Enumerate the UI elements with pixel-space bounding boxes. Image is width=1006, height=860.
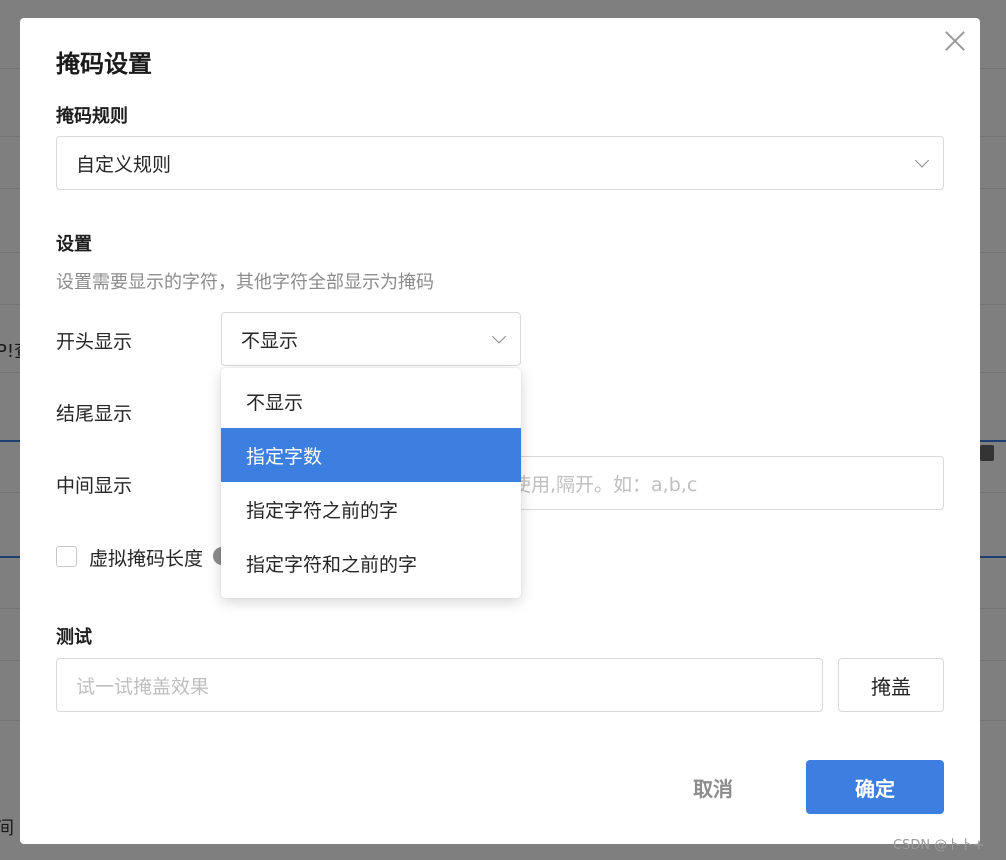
start-display-select[interactable]: 不显示 [221, 312, 521, 366]
mask-settings-dialog: 掩码设置 掩码规则 自定义规则 设置 设置需要显示的字符，其他字符全部显示为掩码… [20, 18, 980, 844]
virtual-mask-label: 虚拟掩码长度 [89, 548, 204, 570]
dropdown-option-char-and-before[interactable]: 指定字符和之前的字 [221, 536, 521, 590]
virtual-mask-checkbox[interactable] [56, 546, 77, 567]
start-display-label: 开头显示 [56, 331, 133, 353]
dropdown-option-char-count[interactable]: 指定字数 [221, 428, 521, 482]
dropdown-option-before-char[interactable]: 指定字符之前的字 [221, 482, 521, 536]
chevron-down-icon [491, 329, 507, 344]
end-display-label: 结尾显示 [56, 403, 133, 425]
dropdown-option-none[interactable]: 不显示 [221, 374, 521, 428]
test-input[interactable]: 试一试掩盖效果 [56, 658, 823, 712]
rule-select[interactable]: 自定义规则 [56, 136, 944, 190]
chevron-down-icon [914, 153, 930, 168]
settings-hint: 设置需要显示的字符，其他字符全部显示为掩码 [56, 272, 434, 293]
watermark: CSDN @卜卜+ [893, 838, 985, 853]
mask-button[interactable]: 掩盖 [838, 658, 944, 712]
rule-label: 掩码规则 [56, 106, 128, 127]
test-label: 测试 [56, 627, 92, 648]
dialog-title: 掩码设置 [56, 50, 152, 78]
rule-select-value: 自定义规则 [76, 153, 172, 176]
close-icon[interactable] [942, 28, 968, 54]
middle-display-placeholder: 使用,隔开。如：a,b,c [512, 473, 698, 496]
start-display-value: 不显示 [241, 329, 299, 352]
cancel-button[interactable]: 取消 [666, 760, 760, 814]
confirm-button[interactable]: 确定 [806, 760, 944, 814]
middle-display-label: 中间显示 [56, 475, 133, 497]
test-input-placeholder: 试一试掩盖效果 [76, 675, 210, 698]
start-display-dropdown: 不显示 指定字数 指定字符之前的字 指定字符和之前的字 [221, 368, 521, 598]
settings-label: 设置 [56, 234, 92, 255]
